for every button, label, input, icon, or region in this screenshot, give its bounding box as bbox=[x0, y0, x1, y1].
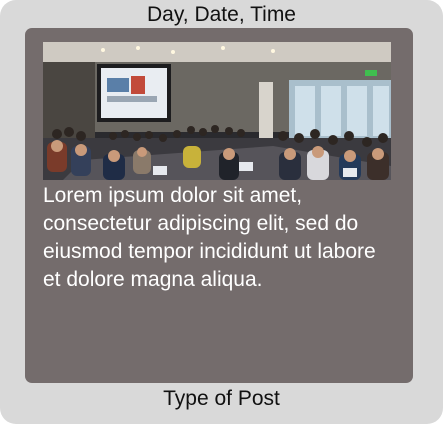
post-date-time: Day, Date, Time bbox=[147, 3, 296, 26]
post-type-label: Type of Post bbox=[163, 387, 280, 410]
post-card[interactable]: Day, Date, Time Lorem ipsum dolor sit am… bbox=[0, 0, 443, 424]
conference-room-photo bbox=[43, 42, 391, 180]
post-body-text: Lorem ipsum dolor sit amet, consectetur … bbox=[43, 184, 376, 291]
post-photo bbox=[43, 42, 391, 180]
post-content-panel: Lorem ipsum dolor sit amet, consectetur … bbox=[25, 28, 413, 383]
